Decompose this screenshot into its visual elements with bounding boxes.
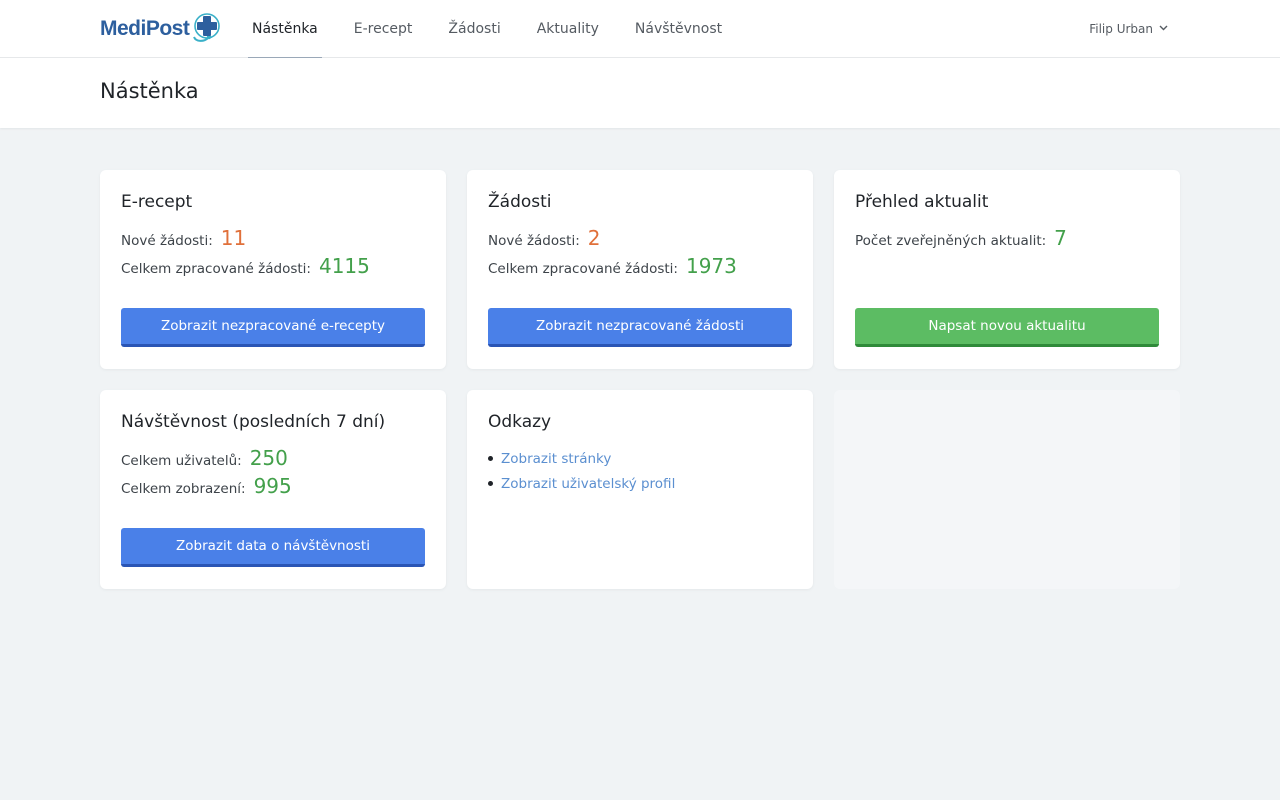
stat-total-users: Celkem uživatelů: 250 xyxy=(121,446,425,474)
brand-name: MediPost xyxy=(100,17,190,40)
stat-label: Celkem zobrazení: xyxy=(121,481,246,497)
stat-value: 4115 xyxy=(318,254,370,278)
stat-label: Celkem zpracované žádosti: xyxy=(488,261,678,277)
stat-label: Počet zveřejněných aktualit: xyxy=(855,233,1047,249)
nav-item-navstevnost[interactable]: Návštěvnost xyxy=(631,0,726,58)
write-new-article-button[interactable]: Napsat novou aktualitu xyxy=(855,308,1159,347)
page-header: Nástěnka xyxy=(0,58,1280,128)
card-zadosti: Žádosti Nové žádosti: 2 Celkem zpracovan… xyxy=(467,170,813,369)
show-unprocessed-erecepts-button[interactable]: Zobrazit nezpracované e-recepty xyxy=(121,308,425,347)
nav-item-zadosti[interactable]: Žádosti xyxy=(444,0,504,58)
nav-item-nastenka[interactable]: Nástěnka xyxy=(248,0,322,59)
card-erecept: E-recept Nové žádosti: 11 Celkem zpracov… xyxy=(100,170,446,369)
stat-total-processed: Celkem zpracované žádosti: 4115 xyxy=(121,254,425,282)
stat-label: Nové žádosti: xyxy=(488,233,580,249)
stat-new-requests: Nové žádosti: 2 xyxy=(488,226,792,254)
show-traffic-data-button[interactable]: Zobrazit data o návštěvnosti xyxy=(121,528,425,567)
bullet-icon xyxy=(488,481,493,486)
card-navstevnost: Návštěvnost (posledních 7 dní) Celkem už… xyxy=(100,390,446,589)
card-title: E-recept xyxy=(121,192,193,212)
stat-label: Celkem zpracované žádosti: xyxy=(121,261,311,277)
stat-value: 250 xyxy=(249,446,288,470)
card-title: Odkazy xyxy=(488,412,552,432)
link-show-pages[interactable]: Zobrazit stránky xyxy=(501,451,611,467)
list-item: Zobrazit stránky xyxy=(488,446,792,471)
links-list: Zobrazit stránky Zobrazit uživatelský pr… xyxy=(488,446,792,496)
stat-label: Celkem uživatelů: xyxy=(121,453,242,469)
stat-total-views: Celkem zobrazení: 995 xyxy=(121,474,425,502)
brand-logo[interactable]: MediPost xyxy=(100,12,221,46)
user-menu[interactable]: Filip Urban xyxy=(1089,0,1168,58)
bullet-icon xyxy=(488,456,493,461)
card-title: Přehled aktualit xyxy=(855,192,989,212)
stat-value: 11 xyxy=(220,226,247,250)
chevron-down-icon xyxy=(1159,24,1168,34)
page-title: Nástěnka xyxy=(100,79,199,103)
nav-item-aktuality[interactable]: Aktuality xyxy=(533,0,603,58)
card-title: Žádosti xyxy=(488,192,552,212)
stat-new-requests: Nové žádosti: 11 xyxy=(121,226,425,254)
card-odkazy: Odkazy Zobrazit stránky Zobrazit uživate… xyxy=(467,390,813,589)
link-show-user-profile[interactable]: Zobrazit uživatelský profil xyxy=(501,476,675,492)
list-item: Zobrazit uživatelský profil xyxy=(488,471,792,496)
stat-total-processed: Celkem zpracované žádosti: 1973 xyxy=(488,254,792,282)
card-title: Návštěvnost (posledních 7 dní) xyxy=(121,412,386,432)
top-navbar: MediPost Nástěnka E-recept Žádosti Aktua… xyxy=(0,0,1280,59)
stat-value: 7 xyxy=(1054,226,1067,250)
medical-cross-icon xyxy=(190,11,224,47)
stat-value: 1973 xyxy=(685,254,737,278)
stat-value: 2 xyxy=(587,226,601,250)
user-name: Filip Urban xyxy=(1089,22,1153,36)
stat-value: 995 xyxy=(253,474,292,498)
main-nav: Nástěnka E-recept Žádosti Aktuality Návš… xyxy=(248,0,754,59)
empty-card-slot xyxy=(834,390,1180,589)
card-aktuality: Přehled aktualit Počet zveřejněných aktu… xyxy=(834,170,1180,369)
stat-published-news: Počet zveřejněných aktualit: 7 xyxy=(855,226,1159,254)
nav-item-erecept[interactable]: E-recept xyxy=(350,0,417,58)
show-unprocessed-requests-button[interactable]: Zobrazit nezpracované žádosti xyxy=(488,308,792,347)
stat-label: Nové žádosti: xyxy=(121,233,213,249)
